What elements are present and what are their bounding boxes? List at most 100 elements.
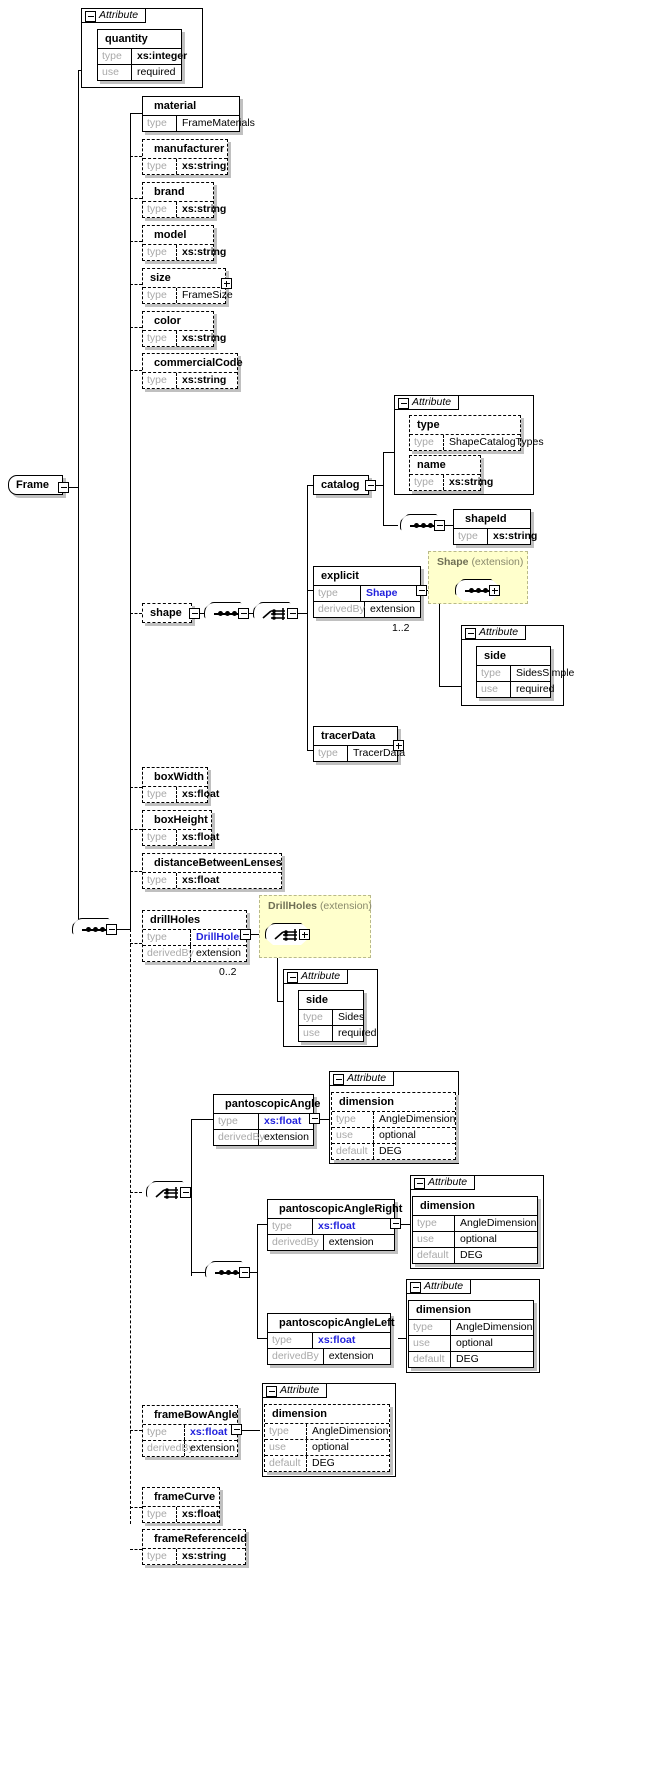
type-value[interactable]: xs:float — [313, 1219, 360, 1234]
use-key: use — [299, 1026, 333, 1041]
element-boxWidth[interactable]: boxWidth type xs:float — [142, 767, 219, 803]
type-key: type — [143, 787, 177, 802]
default-key: default — [409, 1352, 451, 1367]
element-shapeId[interactable]: shapeId type xs:string — [453, 509, 537, 545]
element-pantoscopicAngle[interactable]: pantoscopicAngle type xs:float derivedBy… — [213, 1094, 320, 1146]
collapse-icon-pantoscopicAngle[interactable] — [309, 1113, 320, 1124]
attribute-drill-side[interactable]: side type Sides use required — [298, 990, 377, 1042]
type-value[interactable]: xs:float — [259, 1114, 306, 1129]
connector-dashed — [130, 943, 142, 944]
attribute-group-label: Attribute — [428, 1176, 468, 1188]
attribute-group-tab[interactable]: Attribute — [410, 1175, 475, 1190]
type-key: type — [143, 245, 177, 260]
connector — [375, 485, 383, 486]
collapse-icon-drillHoles[interactable] — [240, 929, 251, 940]
attribute-group-tab[interactable]: Attribute — [406, 1279, 471, 1294]
type-row: type xs:float — [268, 1332, 390, 1348]
element-name: explicit — [321, 570, 359, 582]
connector — [307, 485, 308, 750]
element-catalog[interactable]: catalog — [313, 475, 369, 495]
attribute-group-tab[interactable]: Attribute — [394, 395, 459, 410]
attribute-catalog-type[interactable]: type type ShapeCatalogTypes — [409, 415, 544, 451]
element-shape[interactable]: shape — [142, 603, 192, 623]
derivedby-value: extension — [190, 1442, 235, 1454]
attribute-bow-dimension[interactable]: dimension type AngleDimension use option… — [264, 1404, 390, 1472]
collapse-icon-catalog-seq[interactable] — [434, 520, 445, 531]
element-pantoscopicAngleLeft[interactable]: pantoscopicAngleLeft type xs:float deriv… — [267, 1313, 395, 1365]
element-frameBowAngle[interactable]: frameBowAngle type xs:float derivedBy ex… — [142, 1405, 238, 1457]
attribute-group-tab[interactable]: Attribute — [262, 1383, 327, 1398]
element-name: pantoscopicAngleRight — [279, 1203, 403, 1215]
collapse-icon[interactable] — [287, 972, 298, 983]
derivedby-row: derivedBy extension — [143, 1440, 237, 1456]
collapse-icon-shape[interactable] — [189, 608, 200, 619]
element-material[interactable]: material type FrameMaterials — [142, 96, 255, 132]
attribute-pantoL-dimension[interactable]: dimension type AngleDimension use option… — [408, 1300, 534, 1368]
element-model[interactable]: model type xs:string — [142, 225, 226, 261]
collapse-icon-frameBowAngle[interactable] — [231, 1424, 242, 1435]
type-value: xs:float — [182, 831, 220, 843]
connector-dashed — [130, 284, 142, 285]
collapse-icon[interactable] — [266, 1386, 277, 1397]
element-distanceBetweenLenses[interactable]: distanceBetweenLenses type xs:float — [142, 853, 282, 889]
collapse-icon-catalog[interactable] — [365, 480, 376, 491]
attribute-shape-side[interactable]: side type SidesSimple use required — [476, 646, 574, 698]
element-pantoscopicAngleRight[interactable]: pantoscopicAngleRight type xs:float deri… — [267, 1199, 403, 1251]
element-explicit[interactable]: explicit type Shape derivedBy extension — [313, 566, 421, 618]
expand-icon-shape-ext[interactable] — [489, 585, 500, 596]
collapse-icon[interactable] — [410, 1282, 421, 1293]
type-value[interactable]: xs:float — [313, 1333, 360, 1348]
type-value[interactable]: xs:float — [185, 1425, 232, 1440]
element-commercialCode[interactable]: commercialCode type xs:string — [142, 353, 243, 389]
collapse-icon-panto-seq[interactable] — [239, 1267, 250, 1278]
attribute-group-label: Attribute — [479, 626, 519, 638]
element-frameReferenceId[interactable]: frameReferenceId type xs:string — [142, 1529, 247, 1565]
element-size[interactable]: size type FrameSize — [142, 268, 233, 304]
expand-icon-size[interactable] — [221, 278, 232, 289]
attribute-quantity[interactable]: quantity type xs:integer use required — [97, 29, 187, 81]
derivedby-value: extension — [370, 603, 415, 615]
collapse-icon[interactable] — [333, 1074, 344, 1085]
element-manufacturer[interactable]: manufacturer type xs:string — [142, 139, 228, 175]
attribute-use-row: use required — [98, 64, 181, 80]
extension-label: Shape (extension) — [437, 556, 523, 568]
attribute-pantoR-dimension[interactable]: dimension type AngleDimension use option… — [412, 1196, 538, 1264]
collapse-icon-panto-choice[interactable] — [180, 1187, 191, 1198]
element-color[interactable]: color type xs:string — [142, 311, 226, 347]
type-value: xs:string — [182, 1550, 227, 1562]
type-key: type — [265, 1424, 307, 1439]
type-value: xs:float — [182, 874, 220, 886]
collapse-icon[interactable] — [465, 628, 476, 639]
attribute-catalog-name[interactable]: name type xs:string — [409, 455, 493, 491]
collapse-icon[interactable] — [398, 398, 409, 409]
collapse-icon-shape-seq[interactable] — [238, 608, 249, 619]
attribute-group-tab[interactable]: Attribute — [283, 969, 348, 984]
collapse-icon-shape-choice[interactable] — [287, 608, 298, 619]
element-name: frameBowAngle — [154, 1409, 238, 1421]
collapse-icon-pantoscopicAngleRight[interactable] — [390, 1218, 401, 1229]
connector-dashed — [130, 327, 142, 328]
element-frameCurve[interactable]: frameCurve type xs:float — [142, 1487, 220, 1523]
type-key: type — [143, 331, 177, 346]
expand-collapse-icon[interactable] — [58, 482, 69, 493]
type-value[interactable]: Shape — [361, 586, 403, 601]
attribute-group-tab[interactable]: Attribute — [461, 625, 526, 640]
element-drillHoles[interactable]: drillHoles type DrillHoles derivedBy ext… — [142, 910, 247, 962]
attribute-group-label: Attribute — [347, 1072, 387, 1084]
type-row: type xs:string — [454, 528, 537, 544]
type-key: type — [143, 373, 177, 388]
attribute-group-tab[interactable]: Attribute — [329, 1071, 394, 1086]
collapse-icon[interactable] — [85, 11, 96, 22]
collapse-icon[interactable] — [414, 1178, 425, 1189]
collapse-icon-explicit[interactable] — [416, 585, 427, 596]
root-element-frame[interactable]: Frame — [8, 475, 63, 495]
derivedby-key: derivedBy — [314, 602, 366, 617]
expand-icon-tracerData[interactable] — [393, 740, 404, 751]
element-boxHeight[interactable]: boxHeight type xs:float — [142, 810, 219, 846]
expand-icon-drillholes-ext[interactable] — [299, 929, 310, 940]
attribute-group-tab[interactable]: Attribute — [81, 8, 146, 23]
element-tracerData[interactable]: tracerData type TracerData — [313, 726, 405, 762]
attribute-panto-dimension[interactable]: dimension type AngleDimension use option… — [331, 1092, 456, 1160]
element-brand[interactable]: brand type xs:string — [142, 182, 226, 218]
collapse-icon-main-seq[interactable] — [106, 924, 117, 935]
